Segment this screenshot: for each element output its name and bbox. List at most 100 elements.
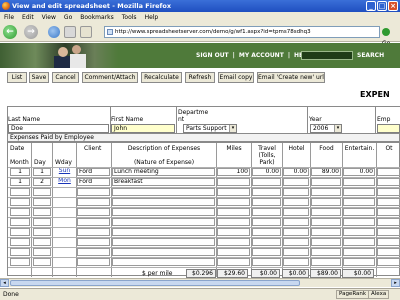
miles-cell[interactable]: [217, 248, 250, 256]
wday-link[interactable]: Mon: [54, 178, 75, 186]
close-button[interactable]: ×: [388, 1, 398, 11]
day-cell[interactable]: [33, 188, 51, 196]
department-select[interactable]: Parts Support ▾: [183, 124, 237, 133]
miles-cell[interactable]: [217, 198, 250, 206]
food-cell[interactable]: [311, 228, 341, 236]
day-cell[interactable]: [33, 208, 51, 216]
travel-cell[interactable]: [252, 208, 281, 216]
client-cell[interactable]: [77, 228, 110, 236]
last-name-field[interactable]: Doe: [8, 124, 109, 133]
address-bar[interactable]: http://www.spreadsheetserver.com/demo/g/…: [104, 26, 380, 38]
day-cell[interactable]: [33, 218, 51, 226]
description-cell[interactable]: [112, 218, 215, 226]
month-cell[interactable]: [10, 188, 30, 196]
travel-cell[interactable]: [252, 178, 281, 186]
client-cell[interactable]: [77, 218, 110, 226]
day-cell[interactable]: 1: [33, 168, 51, 176]
day-cell[interactable]: [33, 238, 51, 246]
scroll-left-icon[interactable]: ◂: [0, 279, 9, 287]
month-cell[interactable]: [10, 218, 30, 226]
menu-edit[interactable]: Edit: [22, 14, 34, 21]
month-cell[interactable]: [10, 208, 30, 216]
food-cell[interactable]: 89.00: [311, 168, 341, 176]
miles-cell[interactable]: [217, 188, 250, 196]
other-cell[interactable]: [377, 208, 400, 216]
food-cell[interactable]: [311, 238, 341, 246]
food-cell[interactable]: [311, 208, 341, 216]
hotel-cell[interactable]: [283, 208, 309, 216]
description-cell[interactable]: [112, 258, 215, 266]
menu-help[interactable]: Help: [145, 14, 159, 21]
menu-go[interactable]: Go: [64, 14, 72, 21]
entertain-cell[interactable]: [343, 178, 375, 186]
email-copy-button[interactable]: Email copy: [218, 72, 254, 83]
travel-cell[interactable]: [252, 218, 281, 226]
hotel-cell[interactable]: [283, 198, 309, 206]
site-search-button[interactable]: SEARCH: [357, 52, 384, 59]
other-cell[interactable]: [377, 198, 400, 206]
description-cell[interactable]: [112, 188, 215, 196]
client-cell[interactable]: [77, 258, 110, 266]
scroll-right-icon[interactable]: ▸: [391, 279, 400, 287]
year-select[interactable]: 2006 ▾: [310, 124, 342, 133]
entertain-cell[interactable]: [343, 228, 375, 236]
food-cell[interactable]: [311, 218, 341, 226]
day-cell[interactable]: 2: [33, 178, 51, 186]
my-account-link[interactable]: MY ACCOUNT: [239, 52, 284, 59]
alexa-indicator[interactable]: Alexa: [368, 290, 390, 299]
month-cell[interactable]: [10, 258, 30, 266]
entertain-cell[interactable]: 0.00: [343, 168, 375, 176]
home-icon[interactable]: [80, 26, 92, 38]
miles-cell[interactable]: [217, 238, 250, 246]
entertain-cell[interactable]: [343, 188, 375, 196]
travel-cell[interactable]: [252, 228, 281, 236]
first-name-field[interactable]: John: [111, 124, 175, 133]
day-cell[interactable]: [33, 248, 51, 256]
comment-attach-button[interactable]: Comment/Attach: [82, 72, 138, 83]
month-cell[interactable]: [10, 248, 30, 256]
other-cell[interactable]: [377, 258, 400, 266]
horizontal-scrollbar[interactable]: ◂ ▸: [0, 278, 400, 287]
cancel-button[interactable]: Cancel: [52, 72, 79, 83]
description-cell[interactable]: [112, 248, 215, 256]
save-button[interactable]: Save: [29, 72, 49, 83]
stop-icon[interactable]: [64, 26, 76, 38]
pagerank-indicator[interactable]: PageRank: [336, 290, 370, 299]
back-arrow-icon[interactable]: ←: [3, 25, 17, 39]
miles-cell[interactable]: [217, 218, 250, 226]
travel-cell[interactable]: [252, 238, 281, 246]
miles-cell[interactable]: 100: [217, 168, 250, 176]
description-cell[interactable]: [112, 238, 215, 246]
other-cell[interactable]: [377, 248, 400, 256]
food-cell[interactable]: [311, 188, 341, 196]
travel-cell[interactable]: [252, 258, 281, 266]
menu-bookmarks[interactable]: Bookmarks: [80, 14, 114, 21]
minimize-button[interactable]: _: [366, 1, 376, 11]
emp-field[interactable]: [377, 124, 400, 133]
entertain-cell[interactable]: [343, 258, 375, 266]
hotel-cell[interactable]: [283, 228, 309, 236]
miles-cell[interactable]: [217, 258, 250, 266]
entertain-cell[interactable]: [343, 198, 375, 206]
miles-cell[interactable]: [217, 228, 250, 236]
month-cell[interactable]: 1: [10, 168, 30, 176]
other-cell[interactable]: [377, 168, 400, 176]
description-cell[interactable]: Breakfast: [112, 178, 215, 186]
hotel-cell[interactable]: [283, 188, 309, 196]
hotel-cell[interactable]: [283, 178, 309, 186]
hotel-cell[interactable]: 0.00: [283, 168, 309, 176]
entertain-cell[interactable]: [343, 238, 375, 246]
reload-icon[interactable]: [48, 26, 60, 38]
menu-tools[interactable]: Tools: [122, 14, 137, 21]
description-cell[interactable]: [112, 208, 215, 216]
day-cell[interactable]: [33, 198, 51, 206]
day-cell[interactable]: [33, 228, 51, 236]
refresh-button[interactable]: Refresh: [185, 72, 215, 83]
other-cell[interactable]: [377, 188, 400, 196]
travel-cell[interactable]: [252, 248, 281, 256]
miles-cell[interactable]: [217, 208, 250, 216]
email-create-new-url-button[interactable]: Email 'Create new' url: [257, 72, 325, 83]
client-cell[interactable]: Ford: [77, 178, 110, 186]
entertain-cell[interactable]: [343, 208, 375, 216]
month-cell[interactable]: [10, 228, 30, 236]
